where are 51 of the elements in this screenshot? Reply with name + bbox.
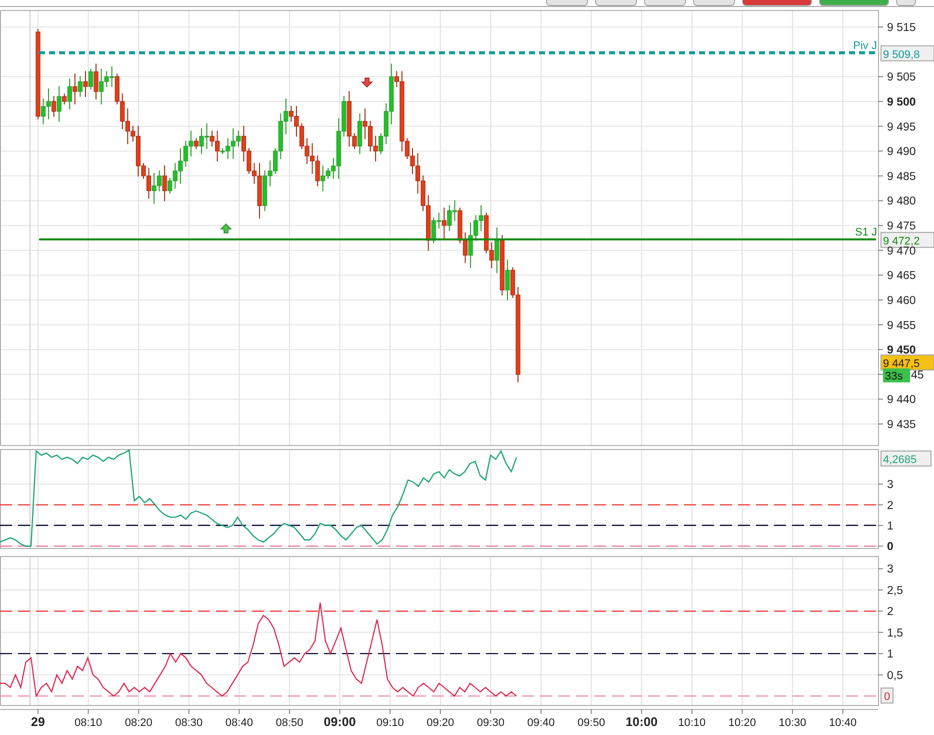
price-tick-label: 9 500 — [887, 96, 916, 108]
axis-tick-label: 3 — [887, 479, 894, 492]
time-label: 09:50 — [578, 717, 606, 729]
time-label: 08:50 — [276, 717, 304, 729]
time-label: 10:40 — [829, 717, 857, 729]
time-label: 10:20 — [728, 717, 756, 729]
countdown-label: 33s — [883, 368, 910, 382]
price-tick-label: 9 505 — [887, 72, 916, 84]
axis-tick-label: 1 — [887, 520, 894, 532]
time-label: 10:10 — [678, 717, 706, 729]
time-label: 10:00 — [626, 715, 658, 729]
time-label: 09:00 — [324, 715, 356, 729]
axis-tick-label: 0 — [887, 541, 894, 553]
time-label: 08:10 — [74, 717, 102, 729]
axis-tick-label: 1 — [887, 648, 894, 661]
price-tick-label: 9 470 — [887, 245, 916, 258]
price-tick-label: 9 450 — [887, 344, 916, 357]
time-label: 09:30 — [476, 717, 504, 729]
time-label: 08:40 — [225, 717, 253, 729]
time-label: 09:20 — [426, 717, 454, 729]
price-tick-label: 9 460 — [887, 294, 916, 307]
price-tick-label: 9 465 — [887, 270, 916, 282]
axis-tick-label: 0,5 — [887, 670, 903, 682]
price-tick-label: 9 485 — [887, 170, 916, 183]
time-label: 08:30 — [175, 717, 203, 729]
price-tick-label: 9 480 — [887, 196, 916, 208]
axis-tick-label: 2 — [887, 606, 894, 618]
level-value-label: 9 472,2 — [880, 232, 934, 248]
time-label: 08:20 — [124, 717, 152, 729]
axis-tick-label: 1,5 — [887, 627, 903, 640]
time-label: 10:30 — [778, 717, 806, 729]
time-label: 09:10 — [376, 717, 404, 729]
level-name: Piv J — [853, 40, 877, 52]
price-tick-label: 9 490 — [887, 146, 916, 158]
value-label: 0 — [880, 688, 894, 704]
price-tick-label: 9 440 — [887, 394, 916, 406]
level-value-label: 9 509,8 — [880, 45, 934, 62]
time-label: 09:40 — [527, 717, 555, 729]
value-label: 4,2685 — [880, 450, 932, 466]
price-tick-label: 45 — [911, 369, 924, 382]
level-name: S1 J — [854, 226, 877, 238]
axis-tick-label: 3 — [887, 564, 894, 576]
price-tick-label: 9 455 — [887, 320, 916, 332]
axis-tick-label: 2,5 — [887, 584, 903, 597]
price-tick-label: 9 495 — [887, 121, 916, 134]
price-tick-label: 9 515 — [887, 22, 916, 34]
axis-tick-label: 2 — [887, 500, 894, 512]
price-tick-label: 9 435 — [887, 419, 916, 431]
last-price-label: 9 447,5 — [880, 354, 934, 370]
time-label: 29 — [31, 715, 45, 729]
price-tick-label: 9 475 — [887, 220, 916, 232]
